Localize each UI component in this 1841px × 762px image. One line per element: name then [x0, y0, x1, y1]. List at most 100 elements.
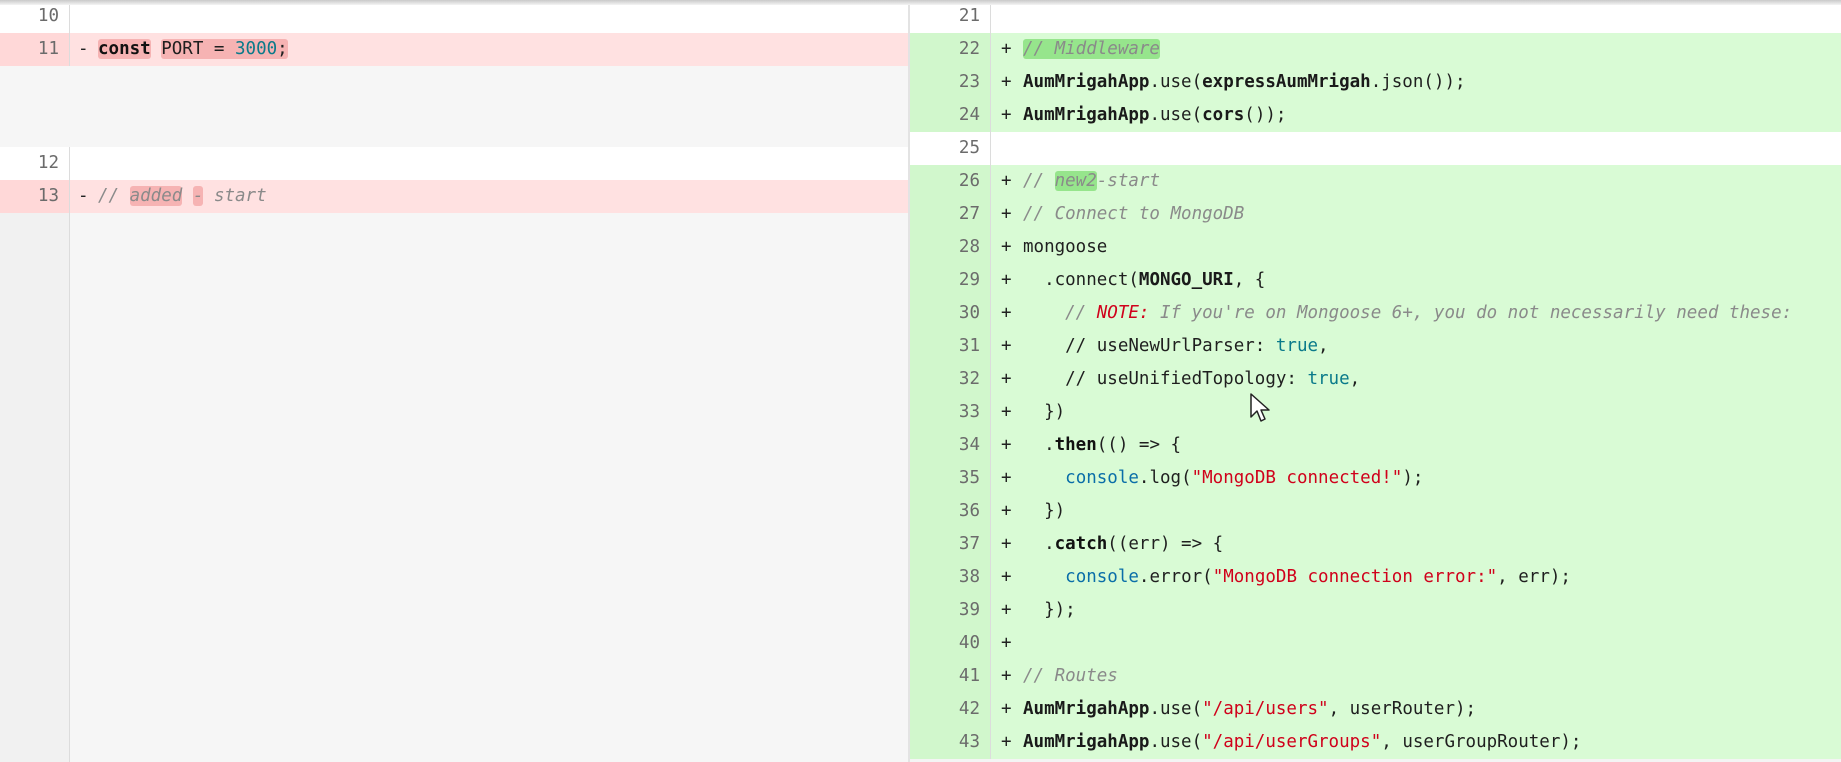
- added-marker: +: [1001, 171, 1012, 191]
- top-shadow: [0, 0, 1841, 5]
- code-text: AumMrigahApp.use("/api/userGroups", user…: [1023, 732, 1582, 752]
- line-number: 13: [0, 180, 70, 213]
- line-number: 37: [910, 528, 991, 561]
- right-line-32-added[interactable]: 32 + // useUnifiedTopology: true,: [910, 363, 1841, 396]
- right-line-31-added[interactable]: 31 + // useNewUrlParser: true,: [910, 330, 1841, 363]
- line-number: 31: [910, 330, 991, 363]
- code-text: console.error("MongoDB connection error:…: [1065, 567, 1571, 587]
- line-number: 43: [910, 726, 991, 759]
- added-marker: +: [1001, 600, 1012, 620]
- right-line-34-added[interactable]: 34 + .then(() => {: [910, 429, 1841, 462]
- line-number: 32: [910, 363, 991, 396]
- added-marker: +: [1001, 237, 1012, 257]
- code-text: console.log("MongoDB connected!");: [1065, 468, 1424, 488]
- right-line-22-added[interactable]: 22 + // Middleware: [910, 33, 1841, 66]
- line-number: 38: [910, 561, 991, 594]
- right-line-29-added[interactable]: 29 + .connect(MONGO_URI, {: [910, 264, 1841, 297]
- right-line-24-added[interactable]: 24 + AumMrigahApp.use(cors());: [910, 99, 1841, 132]
- added-marker: +: [1001, 534, 1012, 554]
- code-text: .connect(MONGO_URI, {: [1023, 270, 1266, 290]
- added-marker: +: [1001, 567, 1012, 587]
- line-number: 24: [910, 99, 991, 132]
- code-text: // new2-start: [1023, 171, 1160, 191]
- right-line-40-added[interactable]: 40 +: [910, 627, 1841, 660]
- added-marker: +: [1001, 633, 1012, 653]
- right-line-28-added[interactable]: 28 + mongoose: [910, 231, 1841, 264]
- code-text: }): [1023, 501, 1066, 521]
- added-marker: +: [1001, 501, 1012, 521]
- line-number: 23: [910, 66, 991, 99]
- left-filler: [0, 213, 908, 762]
- code-text: // Connect to MongoDB: [1023, 204, 1245, 224]
- added-marker: +: [1001, 336, 1012, 356]
- line-number: 28: [910, 231, 991, 264]
- line-number: 22: [910, 33, 991, 66]
- added-marker: +: [1001, 732, 1012, 752]
- added-marker: +: [1001, 468, 1012, 488]
- added-marker: +: [1001, 204, 1012, 224]
- right-line-33-added[interactable]: 33 + }): [910, 396, 1841, 429]
- code-text: // Middleware: [1023, 39, 1160, 59]
- code-text: AumMrigahApp.use("/api/users", userRoute…: [1023, 699, 1477, 719]
- right-line-37-added[interactable]: 37 + .catch((err) => {: [910, 528, 1841, 561]
- right-line-30-added[interactable]: 30 + // NOTE: If you're on Mongoose 6+, …: [910, 297, 1841, 330]
- right-diff-pane[interactable]: 21 22 + // Middleware 23 + AumMrigahApp.…: [910, 0, 1841, 762]
- left-diff-pane[interactable]: 10 11 - const PORT = 3000; 12 13 - // ad…: [0, 0, 908, 762]
- line-number: 11: [0, 33, 70, 66]
- mouse-cursor-icon: [1250, 393, 1270, 422]
- left-line-13-removed[interactable]: 13 - // added - start: [0, 180, 908, 213]
- line-number: 40: [910, 627, 991, 660]
- left-line-11-removed[interactable]: 11 - const PORT = 3000;: [0, 33, 908, 66]
- right-line-39-added[interactable]: 39 + });: [910, 594, 1841, 627]
- code-text: // Routes: [1023, 666, 1118, 686]
- added-marker: +: [1001, 699, 1012, 719]
- code-text: // added - start: [98, 186, 267, 206]
- right-line-26-added[interactable]: 26 + // new2-start: [910, 165, 1841, 198]
- added-marker: +: [1001, 105, 1012, 125]
- left-filler: [0, 66, 908, 147]
- added-marker: +: [1001, 270, 1012, 290]
- code-text: // useNewUrlParser: true,: [1023, 336, 1329, 356]
- code-text: AumMrigahApp.use(expressAumMrigah.json()…: [1023, 72, 1466, 92]
- gutter-filler: [0, 213, 70, 762]
- line-number: 12: [0, 147, 70, 180]
- code-text: .catch((err) => {: [1023, 534, 1224, 554]
- code-text: AumMrigahApp.use(cors());: [1023, 105, 1287, 125]
- right-line-35-added[interactable]: 35 + console.log("MongoDB connected!");: [910, 462, 1841, 495]
- line-number: 34: [910, 429, 991, 462]
- added-marker: +: [1001, 402, 1012, 422]
- right-line-38-added[interactable]: 38 + console.error("MongoDB connection e…: [910, 561, 1841, 594]
- code-text: // NOTE: If you're on Mongoose 6+, you d…: [1023, 303, 1793, 323]
- added-marker: +: [1001, 666, 1012, 686]
- code-text: .then(() => {: [1023, 435, 1182, 455]
- line-number: 33: [910, 396, 991, 429]
- line-number: 36: [910, 495, 991, 528]
- added-marker: +: [1001, 435, 1012, 455]
- removed-marker: -: [78, 186, 89, 206]
- code-text: const PORT = 3000;: [98, 39, 288, 59]
- line-number: 27: [910, 198, 991, 231]
- code-text: }): [1023, 402, 1066, 422]
- right-line-27-added[interactable]: 27 + // Connect to MongoDB: [910, 198, 1841, 231]
- right-line-23-added[interactable]: 23 + AumMrigahApp.use(expressAumMrigah.j…: [910, 66, 1841, 99]
- code-text: });: [1023, 600, 1076, 620]
- line-number: 26: [910, 165, 991, 198]
- added-marker: +: [1001, 303, 1012, 323]
- line-number: 41: [910, 660, 991, 693]
- right-line-25: 25: [910, 132, 1841, 165]
- line-number: 29: [910, 264, 991, 297]
- code-text: mongoose: [1023, 237, 1108, 257]
- right-line-43-added[interactable]: 43 + AumMrigahApp.use("/api/userGroups",…: [910, 726, 1841, 759]
- removed-marker: -: [78, 39, 89, 59]
- right-line-41-added[interactable]: 41 + // Routes: [910, 660, 1841, 693]
- line-number: 42: [910, 693, 991, 726]
- line-number: 30: [910, 297, 991, 330]
- line-number: 25: [910, 132, 991, 165]
- line-number: 35: [910, 462, 991, 495]
- right-line-36-added[interactable]: 36 + }): [910, 495, 1841, 528]
- right-line-42-added[interactable]: 42 + AumMrigahApp.use("/api/users", user…: [910, 693, 1841, 726]
- code-text: // useUnifiedTopology: true,: [1023, 369, 1361, 389]
- added-marker: +: [1001, 72, 1012, 92]
- line-number: 39: [910, 594, 991, 627]
- added-marker: +: [1001, 39, 1012, 59]
